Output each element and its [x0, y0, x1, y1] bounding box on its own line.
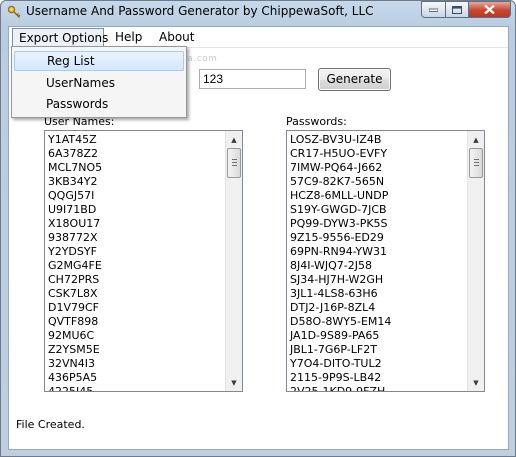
list-item[interactable]: D58O-8WY5-EM14 [289, 315, 467, 329]
list-item[interactable]: 6A378Z2 [47, 147, 225, 161]
list-item[interactable]: CSK7L8X [47, 287, 225, 301]
list-item[interactable]: CR17-H5UO-EVFY [289, 147, 467, 161]
grip-line [232, 162, 237, 163]
list-item[interactable]: DTJ2-J16P-8ZL4 [289, 301, 467, 315]
menu-item-passwords[interactable]: Passwords [14, 94, 184, 114]
main-panel: Export Options Help About www.softpedia.… [8, 26, 509, 450]
menu-help[interactable]: Help [109, 28, 148, 46]
menu-about[interactable]: About [153, 28, 200, 46]
usernames-listbox[interactable]: Y1AT45Z 6A378Z2 MCL7NO5 3KB34Y2 QQGJ57I U9I71… [44, 130, 243, 392]
list-item[interactable]: 7IMW-PQ64-J662 [289, 161, 467, 175]
list-item[interactable]: Y2YDSYF [47, 245, 225, 259]
minimize-icon [429, 8, 438, 12]
list-item[interactable]: 3KB34Y2 [47, 175, 225, 189]
scroll-down-arrow-icon[interactable]: ▼ [468, 374, 484, 391]
grip-line [474, 159, 479, 160]
maximize-button[interactable] [445, 1, 469, 18]
menu-bar: Export Options Help About [9, 27, 508, 48]
close-icon [484, 5, 495, 14]
list-item[interactable]: JA1D-9S89-PA65 [289, 329, 467, 343]
list-item[interactable]: QQGJ57I [47, 189, 225, 203]
passwords-scrollbar[interactable]: ▲ ▼ [467, 131, 484, 391]
app-window: Username And Password Generator by Chipp… [0, 0, 516, 457]
list-item[interactable]: JBL1-7G6P-LF2T [289, 343, 467, 357]
passwords-listbox[interactable]: LOSZ-BV3U-IZ4B CR17-H5UO-EVFY 7IMW-PQ64-J6… [286, 130, 485, 392]
grip-line [474, 165, 479, 166]
list-item[interactable]: 32VN4I3 [47, 357, 225, 371]
menu-item-reg-list[interactable]: Reg List [14, 51, 184, 71]
grip-line [474, 162, 479, 163]
list-item[interactable]: S19Y-GWGD-7JCB [289, 203, 467, 217]
list-item[interactable]: 92MU6C [47, 329, 225, 343]
list-item[interactable]: MCL7NO5 [47, 161, 225, 175]
list-item[interactable]: 436P5A5 [47, 371, 225, 385]
menu-export-options[interactable]: Export Options [12, 28, 108, 46]
grip-line [232, 165, 237, 166]
list-item[interactable]: Y7O4-DITO-TUL2 [289, 357, 467, 371]
maximize-icon [452, 5, 462, 14]
list-item[interactable]: 3JL1-4LS8-63H6 [289, 287, 467, 301]
list-item[interactable]: 69PN-RN94-YW31 [289, 245, 467, 259]
passwords-label: Passwords: [286, 115, 347, 128]
list-item[interactable]: QVTF898 [47, 315, 225, 329]
menu-item-usernames[interactable]: UserNames [14, 73, 184, 93]
list-item[interactable]: 2115-9P9S-LB42 [289, 371, 467, 385]
title-bar[interactable]: Username And Password Generator by Chipp… [1, 1, 515, 23]
count-input[interactable] [199, 69, 306, 89]
list-item[interactable]: 2V25-1KD9-9FZH [289, 385, 467, 391]
list-item[interactable]: SJ34-HJ7H-W2GH [289, 273, 467, 287]
list-item[interactable]: 9Z15-9556-ED29 [289, 231, 467, 245]
list-item[interactable]: LOSZ-BV3U-IZ4B [289, 133, 467, 147]
list-item[interactable]: CH72PRS [47, 273, 225, 287]
list-item[interactable]: 4225J45 [47, 385, 225, 391]
list-item[interactable]: 938772X [47, 231, 225, 245]
close-button[interactable] [468, 1, 511, 18]
window-title: Username And Password Generator by Chipp… [26, 4, 374, 18]
list-item[interactable]: Z2YSM5E [47, 343, 225, 357]
list-item[interactable]: U9I71BD [47, 203, 225, 217]
export-options-dropdown: Reg List UserNames Passwords [11, 46, 187, 118]
list-item[interactable]: G2MG4FE [47, 259, 225, 273]
list-item[interactable]: HCZ8-6MLL-UNDP [289, 189, 467, 203]
usernames-scrollbar[interactable]: ▲ ▼ [225, 131, 242, 391]
list-item[interactable]: X18OU17 [47, 217, 225, 231]
scroll-up-arrow-icon[interactable]: ▲ [468, 131, 484, 148]
list-item[interactable]: PQ99-DYW3-PK5S [289, 217, 467, 231]
list-item[interactable]: Y1AT45Z [47, 133, 225, 147]
status-text: File Created. [16, 418, 85, 431]
list-item[interactable]: D1V79CF [47, 301, 225, 315]
minimize-button[interactable] [421, 1, 446, 18]
scroll-down-arrow-icon[interactable]: ▼ [226, 374, 242, 391]
generate-button[interactable]: Generate [318, 68, 391, 91]
usernames-list: Y1AT45Z 6A378Z2 MCL7NO5 3KB34Y2 QQGJ57I U9I71… [47, 133, 225, 391]
scroll-thumb[interactable] [469, 148, 483, 178]
key-icon [7, 5, 21, 18]
scroll-thumb[interactable] [227, 148, 241, 178]
scroll-up-arrow-icon[interactable]: ▲ [226, 131, 242, 148]
list-item[interactable]: 8J4I-WJQ7-2J58 [289, 259, 467, 273]
grip-line [232, 159, 237, 160]
list-item[interactable]: 57C9-82K7-565N [289, 175, 467, 189]
passwords-list: LOSZ-BV3U-IZ4B CR17-H5UO-EVFY 7IMW-PQ64-J6… [289, 133, 467, 391]
